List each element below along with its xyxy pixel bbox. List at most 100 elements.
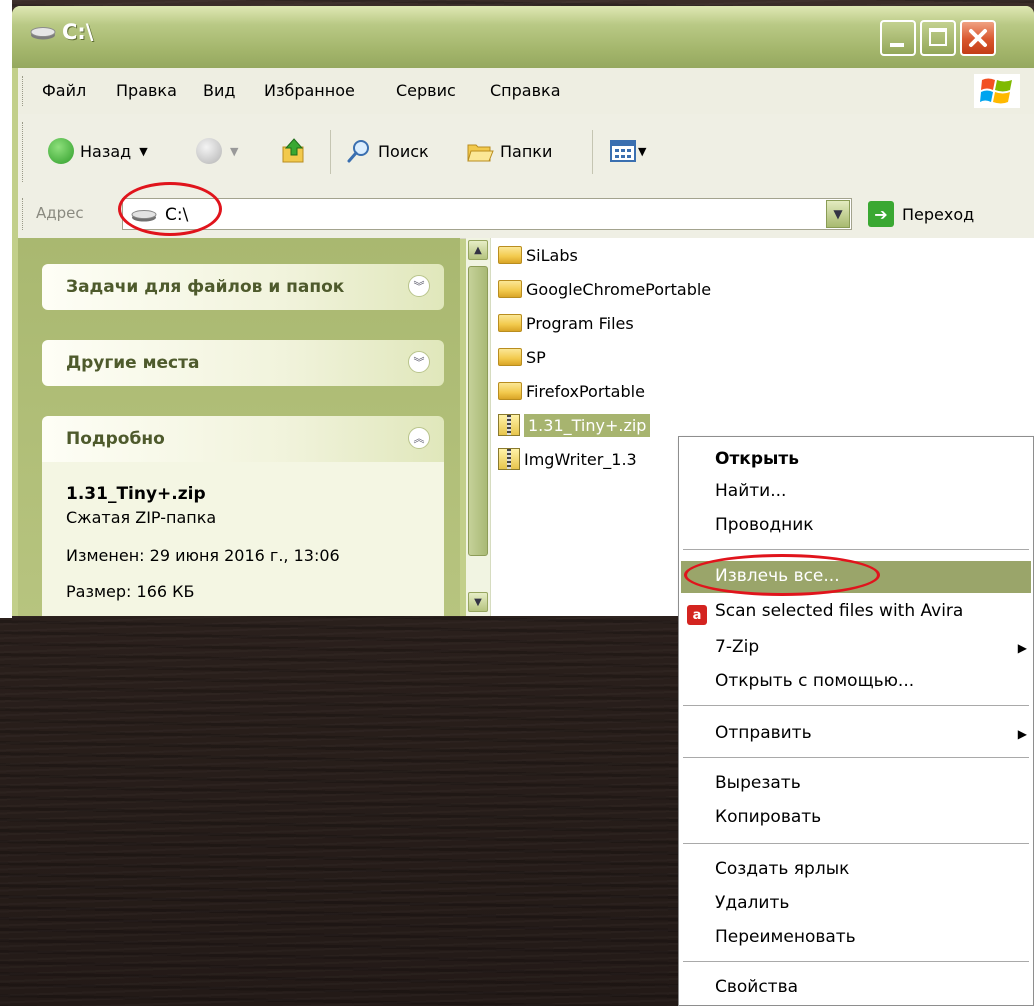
details-file-name: 1.31_Tiny+.zip bbox=[66, 484, 206, 504]
windows-logo bbox=[974, 74, 1020, 108]
views-button[interactable]: ▼ bbox=[610, 136, 646, 166]
menu-separator bbox=[683, 843, 1029, 844]
desktop-edge bbox=[0, 0, 12, 618]
file-name: SiLabs bbox=[526, 245, 578, 265]
drive-icon bbox=[30, 27, 56, 40]
details-size: Размер: 166 КБ bbox=[66, 582, 195, 601]
menu-edit[interactable]: Правка bbox=[116, 81, 177, 100]
other-places-header[interactable]: Другие места ︾ bbox=[42, 340, 444, 386]
go-button[interactable]: ➔ Переход bbox=[868, 200, 974, 228]
zip-folder-icon bbox=[498, 448, 520, 470]
menu-item-cut[interactable]: Вырезать bbox=[715, 773, 801, 793]
list-item-selected[interactable]: 1.31_Tiny+.zip bbox=[498, 412, 651, 438]
menu-favorites[interactable]: Избранное bbox=[264, 81, 355, 100]
window-title: C:\ bbox=[62, 20, 94, 44]
menu-help[interactable]: Справка bbox=[490, 81, 561, 100]
file-name: 1.31_Tiny+.zip bbox=[524, 413, 651, 437]
file-tasks-header[interactable]: Задачи для файлов и папок ︾ bbox=[42, 264, 444, 310]
back-arrow-icon bbox=[48, 138, 74, 164]
scroll-thumb[interactable] bbox=[468, 266, 488, 556]
folder-icon bbox=[498, 348, 522, 366]
folders-button[interactable]: Папки bbox=[466, 136, 552, 166]
toolbar-separator bbox=[592, 130, 593, 174]
menu-item-create-shortcut[interactable]: Создать ярлык bbox=[715, 859, 849, 879]
expand-chevron-icon[interactable]: ︾ bbox=[408, 275, 430, 297]
address-label: Адрес bbox=[36, 204, 84, 222]
collapse-chevron-icon[interactable]: ︽ bbox=[408, 427, 430, 449]
list-item[interactable]: GoogleChromePortable bbox=[498, 276, 711, 302]
back-label: Назад bbox=[80, 141, 132, 161]
file-name: FirefoxPortable bbox=[526, 381, 645, 401]
menu-item-avira-scan[interactable]: Scan selected files with Avira bbox=[715, 601, 963, 621]
search-label: Поиск bbox=[378, 141, 429, 161]
toolbar-separator bbox=[330, 130, 331, 174]
title-bar[interactable]: C:\ bbox=[12, 6, 1034, 68]
address-bar: Адрес C:\ ▼ ➔ Переход bbox=[18, 190, 1034, 239]
file-name: ImgWriter_1.3 bbox=[524, 449, 637, 469]
views-icon bbox=[610, 140, 636, 162]
search-button[interactable]: Поиск bbox=[346, 136, 429, 166]
other-places-title: Другие места bbox=[66, 353, 200, 373]
menu-item-find[interactable]: Найти... bbox=[715, 481, 786, 501]
toolbar-grip bbox=[22, 76, 26, 106]
menu-item-7zip[interactable]: 7-Zip bbox=[715, 637, 759, 657]
forward-arrow-icon bbox=[196, 138, 222, 164]
file-name: Program Files bbox=[526, 313, 634, 333]
folder-icon bbox=[498, 382, 522, 400]
list-item[interactable]: ImgWriter_1.3 bbox=[498, 446, 637, 472]
list-item[interactable]: SiLabs bbox=[498, 242, 578, 268]
details-header[interactable]: Подробно ︽ bbox=[42, 416, 444, 462]
file-name: SP bbox=[526, 347, 546, 367]
menu-item-explorer[interactable]: Проводник bbox=[715, 515, 814, 535]
address-dropdown-button[interactable]: ▼ bbox=[826, 200, 850, 228]
folder-icon bbox=[498, 314, 522, 332]
chevron-down-icon[interactable]: ▼ bbox=[139, 145, 147, 158]
close-button[interactable] bbox=[960, 20, 996, 56]
details-modified: Изменен: 29 июня 2016 г., 13:06 bbox=[66, 546, 340, 565]
menu-separator bbox=[683, 549, 1029, 550]
search-icon bbox=[347, 140, 369, 163]
toolbar-grip bbox=[22, 198, 26, 230]
list-item[interactable]: SP bbox=[498, 344, 546, 370]
expand-chevron-icon[interactable]: ︾ bbox=[408, 351, 430, 373]
menu-separator bbox=[683, 705, 1029, 706]
menu-item-rename[interactable]: Переименовать bbox=[715, 927, 856, 947]
forward-button[interactable]: ▼ bbox=[196, 136, 238, 166]
menu-file[interactable]: Файл bbox=[42, 81, 86, 100]
standard-toolbar: Назад ▼ ▼ Поиск Папки ▼ bbox=[18, 114, 1034, 191]
menu-item-delete[interactable]: Удалить bbox=[715, 893, 789, 913]
list-item[interactable]: FirefoxPortable bbox=[498, 378, 645, 404]
back-button[interactable]: Назад ▼ bbox=[48, 136, 148, 166]
menu-item-properties[interactable]: Свойства bbox=[715, 977, 798, 997]
menu-item-extract-all[interactable]: Извлечь все... bbox=[715, 566, 840, 586]
menu-item-send-to[interactable]: Отправить bbox=[715, 723, 812, 743]
scroll-up-button[interactable]: ▲ bbox=[468, 240, 488, 260]
menu-separator bbox=[683, 961, 1029, 962]
chevron-down-icon[interactable]: ▼ bbox=[638, 145, 646, 158]
chevron-down-icon[interactable]: ▼ bbox=[230, 145, 238, 158]
file-name: GoogleChromePortable bbox=[526, 279, 712, 299]
minimize-button[interactable] bbox=[880, 20, 916, 56]
menu-item-open-with[interactable]: Открыть с помощью... bbox=[715, 671, 914, 691]
maximize-button[interactable] bbox=[920, 20, 956, 56]
chevron-down-icon: ▼ bbox=[833, 207, 843, 221]
chevron-up-icon: ▲ bbox=[474, 244, 482, 256]
windows-flag-icon bbox=[980, 78, 1012, 104]
up-folder-icon bbox=[282, 138, 304, 163]
address-input[interactable]: C:\ bbox=[122, 198, 852, 230]
go-label: Переход bbox=[902, 204, 975, 224]
folders-icon bbox=[467, 144, 494, 162]
menu-item-open[interactable]: Открыть bbox=[715, 449, 799, 469]
menu-item-copy[interactable]: Копировать bbox=[715, 807, 821, 827]
chevron-down-icon: ▼ bbox=[474, 596, 482, 608]
drive-icon bbox=[131, 210, 157, 222]
task-pane: Задачи для файлов и папок ︾ Другие места… bbox=[18, 238, 460, 616]
menu-view[interactable]: Вид bbox=[203, 81, 235, 100]
up-folder-button[interactable] bbox=[280, 136, 308, 166]
menu-tools[interactable]: Сервис bbox=[396, 81, 456, 100]
list-item[interactable]: Program Files bbox=[498, 310, 634, 336]
file-tasks-title: Задачи для файлов и папок bbox=[66, 277, 345, 297]
vertical-scrollbar[interactable]: ▲ ▼ bbox=[466, 238, 491, 616]
scroll-down-button[interactable]: ▼ bbox=[468, 592, 488, 612]
details-title: Подробно bbox=[66, 429, 165, 449]
